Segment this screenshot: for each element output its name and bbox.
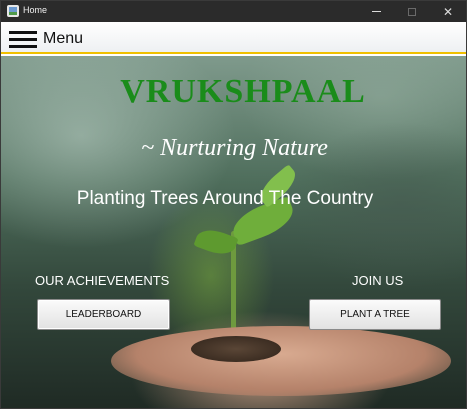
hero-subtitle: Planting Trees Around The Country — [76, 188, 374, 209]
hero-banner: VRUKSHPAAL ~ Nurturing Nature Planting T… — [1, 56, 466, 408]
maximize-icon — [408, 7, 416, 16]
window-title: Home — [23, 5, 48, 15]
hamburger-icon — [9, 29, 37, 49]
java-app-icon — [7, 5, 19, 17]
title-bar[interactable]: Home ✕ — [1, 1, 466, 22]
app-window: Home ✕ Menu VRUKSHPAAL ~ Nurturing Natur… — [0, 0, 467, 409]
brand-title: VRUKSHPAAL — [120, 73, 366, 110]
tagline: ~ Nurturing Nature — [141, 135, 328, 161]
hand-image — [111, 326, 451, 396]
achievements-label: OUR ACHIEVEMENTS — [35, 273, 170, 288]
menu-button[interactable]: Menu — [9, 27, 89, 51]
soil-image — [191, 336, 281, 362]
menu-label: Menu — [43, 30, 84, 47]
join-us-label: JOIN US — [352, 273, 404, 288]
minimize-button[interactable] — [358, 1, 394, 22]
plant-a-tree-button[interactable]: PLANT A TREE — [309, 299, 441, 330]
minimize-icon — [371, 11, 381, 12]
close-icon: ✕ — [442, 4, 454, 19]
close-button[interactable]: ✕ — [430, 1, 466, 22]
maximize-button[interactable] — [394, 1, 430, 22]
leaderboard-button[interactable]: LEADERBOARD — [37, 299, 170, 330]
menu-bar: Menu — [1, 22, 466, 54]
